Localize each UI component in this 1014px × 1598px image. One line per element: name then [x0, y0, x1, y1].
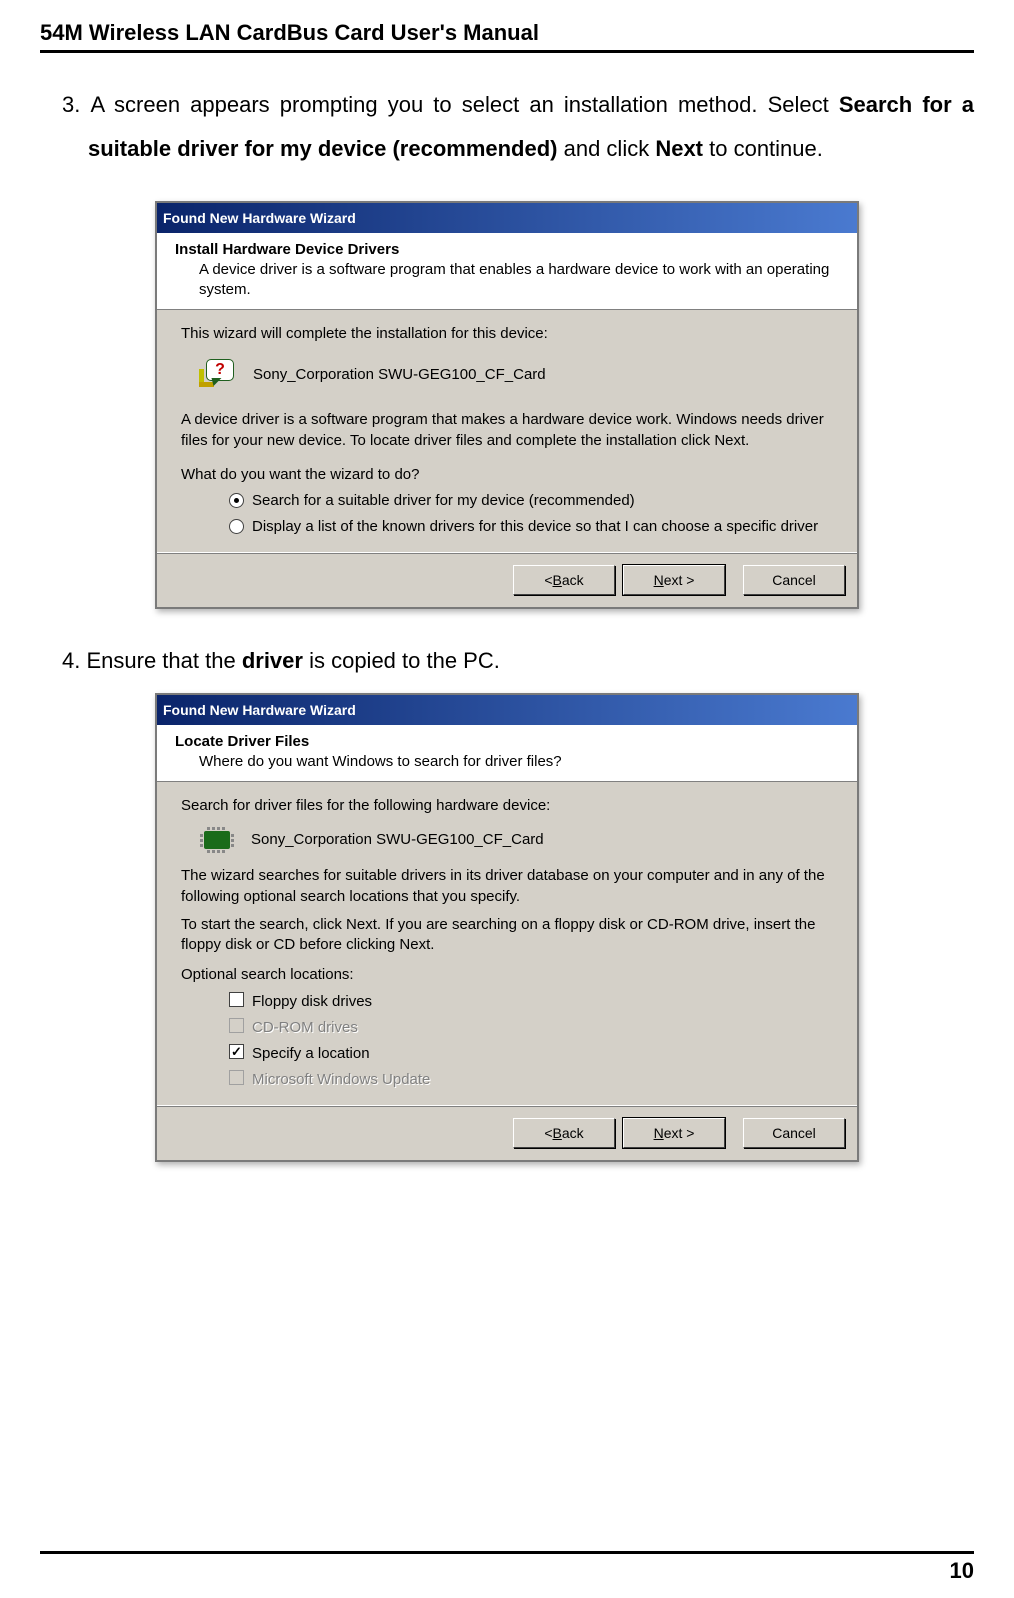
- step4-bold-a: driver: [242, 648, 303, 673]
- step-text-a: A screen appears prompting you to select…: [90, 92, 838, 117]
- step4-text-b: is copied to the PC.: [303, 648, 500, 673]
- wizard-window-2: Found New Hardware Wizard Locate Driver …: [155, 693, 859, 1162]
- step-4-text: 4. Ensure that the driver is copied to t…: [40, 639, 974, 683]
- wizard1-option2[interactable]: Display a list of the known drivers for …: [229, 517, 833, 537]
- cancel-button[interactable]: Cancel: [743, 565, 845, 595]
- wizard2-body: Search for driver files for the followin…: [157, 782, 857, 1105]
- wizard2-chk3[interactable]: Specify a location: [229, 1044, 833, 1064]
- wizard2-device-name: Sony_Corporation SWU-GEG100_CF_Card: [251, 830, 544, 850]
- wizard1-body: This wizard will complete the installati…: [157, 310, 857, 552]
- step-3-text: 3. A screen appears prompting you to sel…: [40, 83, 974, 171]
- wizard2-checkbox-group: Floppy disk drives CD-ROM drives Specify…: [229, 992, 833, 1091]
- screenshot-1: Found New Hardware Wizard Install Hardwa…: [40, 201, 974, 609]
- wizard2-chk2-text: CD-ROM drives: [252, 1018, 358, 1038]
- step-number: 3.: [62, 92, 80, 117]
- wizard2-chk4: Microsoft Windows Update: [229, 1070, 833, 1090]
- wizard-window-1: Found New Hardware Wizard Install Hardwa…: [155, 201, 859, 609]
- step-text-c: to continue.: [703, 136, 823, 161]
- checkbox-checked-icon[interactable]: [229, 1044, 244, 1059]
- cancel-button[interactable]: Cancel: [743, 1118, 845, 1148]
- wizard2-device-row: Sony_Corporation SWU-GEG100_CF_Card: [199, 826, 833, 854]
- wizard1-option-group: Search for a suitable driver for my devi…: [229, 491, 833, 538]
- wizard1-header-pane: Install Hardware Device Drivers A device…: [157, 233, 857, 310]
- page-number: 10: [950, 1558, 974, 1584]
- next-button[interactable]: Next >: [623, 565, 725, 595]
- document-page: 54M Wireless LAN CardBus Card User's Man…: [0, 0, 1014, 1598]
- wizard1-device-row: ? Sony_Corporation SWU-GEG100_CF_Card: [199, 356, 833, 394]
- document-header: 54M Wireless LAN CardBus Card User's Man…: [40, 20, 974, 53]
- wizard1-device-name: Sony_Corporation SWU-GEG100_CF_Card: [253, 365, 546, 385]
- step4-number: 4.: [62, 648, 80, 673]
- screenshot-2: Found New Hardware Wizard Locate Driver …: [40, 693, 974, 1162]
- question-device-icon: ?: [199, 356, 237, 394]
- checkbox-disabled-icon: [229, 1070, 244, 1085]
- wizard2-chk1-text: Floppy disk drives: [252, 992, 372, 1012]
- wizard2-chk3-text: Specify a location: [252, 1044, 370, 1064]
- wizard2-header-desc: Where do you want Windows to search for …: [199, 752, 845, 772]
- wizard1-header-title: Install Hardware Device Drivers: [175, 241, 845, 258]
- step4-text-a: Ensure that the: [86, 648, 241, 673]
- wizard1-titlebar: Found New Hardware Wizard: [157, 203, 857, 233]
- next-button[interactable]: Next >: [623, 1118, 725, 1148]
- wizard2-chk4-text: Microsoft Windows Update: [252, 1070, 430, 1090]
- wizard2-titlebar: Found New Hardware Wizard: [157, 695, 857, 725]
- wizard2-para2: The wizard searches for suitable drivers…: [181, 866, 833, 907]
- step-text-b: and click: [558, 136, 656, 161]
- wizard1-line1: This wizard will complete the installati…: [181, 324, 833, 344]
- wizard1-header-desc: A device driver is a software program th…: [199, 260, 845, 299]
- wizard2-header-pane: Locate Driver Files Where do you want Wi…: [157, 725, 857, 783]
- wizard1-opt2-text: Display a list of the known drivers for …: [252, 517, 818, 537]
- wizard2-header-title: Locate Driver Files: [175, 733, 845, 750]
- back-button[interactable]: < Back: [513, 565, 615, 595]
- radio-selected-icon[interactable]: [229, 493, 244, 508]
- chip-icon: [199, 826, 235, 854]
- radio-unselected-icon[interactable]: [229, 519, 244, 534]
- wizard1-opt1-text: Search for a suitable driver for my devi…: [252, 491, 635, 511]
- wizard2-chk2: CD-ROM drives: [229, 1018, 833, 1038]
- wizard2-line1: Search for driver files for the followin…: [181, 796, 833, 816]
- back-button[interactable]: < Back: [513, 1118, 615, 1148]
- page-footer: 10: [40, 1551, 974, 1584]
- step-bold-b: Next: [655, 136, 703, 161]
- wizard2-chk1[interactable]: Floppy disk drives: [229, 992, 833, 1012]
- wizard1-footer: < Back Next > Cancel: [157, 552, 857, 607]
- wizard2-footer: < Back Next > Cancel: [157, 1105, 857, 1160]
- wizard2-para3: To start the search, click Next. If you …: [181, 915, 833, 956]
- checkbox-disabled-icon: [229, 1018, 244, 1033]
- checkbox-unchecked-icon[interactable]: [229, 992, 244, 1007]
- wizard1-question: What do you want the wizard to do?: [181, 465, 833, 485]
- wizard2-optlabel: Optional search locations:: [181, 965, 833, 985]
- wizard1-option1[interactable]: Search for a suitable driver for my devi…: [229, 491, 833, 511]
- wizard1-para2: A device driver is a software program th…: [181, 410, 833, 451]
